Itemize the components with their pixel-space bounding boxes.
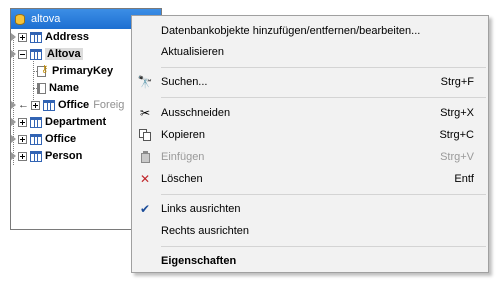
link-arrow-icon <box>11 101 16 109</box>
expand-icon[interactable] <box>18 32 27 42</box>
expand-icon[interactable] <box>31 100 40 110</box>
table-icon <box>30 31 42 43</box>
table-icon <box>30 133 42 145</box>
menu-item-label: Aktualisieren <box>161 46 224 58</box>
tree-item-name[interactable]: Name <box>37 80 79 96</box>
database-icon <box>15 13 26 26</box>
menu-item-shortcut: Strg+F <box>440 76 474 88</box>
collapse-icon[interactable] <box>18 49 27 59</box>
column-icon <box>37 82 46 94</box>
tree-item-altova[interactable]: Altova <box>11 46 83 62</box>
menu-item-edit-db-objects[interactable]: Datenbankobjekte hinzufügen/entfernen/be… <box>132 20 488 42</box>
menu-item-shortcut: Strg+X <box>440 107 474 119</box>
tree-item-label: Person <box>45 150 83 162</box>
menu-item-align-left[interactable]: ✔ Links ausrichten <box>132 198 488 220</box>
menu-item-label: Einfügen <box>161 151 205 163</box>
tree-item-office[interactable]: Office <box>11 131 76 147</box>
table-icon <box>30 116 42 128</box>
menu-separator <box>161 97 486 98</box>
tree-item-office-foreign[interactable]: ← Office Foreig <box>11 97 124 113</box>
menu-item-label: Datenbankobjekte hinzufügen/entfernen/be… <box>161 25 421 37</box>
tree-item-label: Name <box>49 82 79 94</box>
tree-item-label: Department <box>45 116 107 128</box>
clipboard-icon <box>132 146 158 168</box>
menu-separator <box>161 194 486 195</box>
menu-item-shortcut: Strg+V <box>440 151 474 163</box>
tree-item-label: Office <box>45 133 77 145</box>
tree-item-label: Altova <box>45 48 83 60</box>
menu-item-paste[interactable]: Einfügen Strg+V <box>132 146 488 168</box>
link-arrow-icon <box>11 118 16 126</box>
expand-icon[interactable] <box>18 117 27 127</box>
link-arrow-icon <box>11 135 16 143</box>
menu-item-cut[interactable]: ✂ Ausschneiden Strg+X <box>132 102 488 124</box>
tree-item-label: Address <box>45 31 90 43</box>
binoculars-icon: 🔭 <box>137 75 153 89</box>
menu-item-find[interactable]: 🔭 Suchen... Strg+F <box>132 71 488 93</box>
menu-item-label: Ausschneiden <box>161 107 231 119</box>
table-icon <box>43 99 55 111</box>
tree-item-label: PrimaryKey <box>52 65 114 77</box>
expand-icon[interactable] <box>18 151 27 161</box>
expand-icon[interactable] <box>18 134 27 144</box>
menu-item-label: Kopieren <box>161 129 206 141</box>
menu-item-delete[interactable]: ✕ Löschen Entf <box>132 168 488 190</box>
window-title: altova <box>31 13 61 25</box>
menu-item-label: Eigenschaften <box>161 255 237 267</box>
tree-item-person[interactable]: Person <box>11 148 82 164</box>
menu-item-properties[interactable]: Eigenschaften <box>132 250 488 272</box>
menu-item-label: Löschen <box>161 173 203 185</box>
link-arrow-icon <box>11 152 16 160</box>
menu-item-refresh[interactable]: Aktualisieren <box>132 41 488 63</box>
menu-item-label: Suchen... <box>161 76 208 88</box>
menu-separator <box>161 246 486 247</box>
relation-arrow-icon: ← <box>18 99 29 111</box>
menu-item-copy[interactable]: Kopieren Strg+C <box>132 124 488 146</box>
menu-item-align-right[interactable]: Rechts ausrichten <box>132 220 488 242</box>
tree-item-label: Office <box>58 99 90 111</box>
table-icon <box>30 150 42 162</box>
tree-item-note: Foreig <box>93 99 125 111</box>
menu-item-label: Rechts ausrichten <box>161 225 250 237</box>
context-menu: Datenbankobjekte hinzufügen/entfernen/be… <box>131 15 489 273</box>
tree-item-department[interactable]: Department <box>11 114 106 130</box>
checkmark-icon: ✔ <box>139 202 151 216</box>
link-arrow-icon <box>11 50 16 58</box>
table-icon <box>30 48 42 60</box>
link-arrow-icon <box>11 33 16 41</box>
menu-item-shortcut: Strg+C <box>439 129 474 141</box>
menu-separator <box>161 67 486 68</box>
menu-item-label: Links ausrichten <box>161 203 241 215</box>
tree-item-address[interactable]: Address <box>11 29 89 45</box>
copy-icon <box>132 124 158 146</box>
primary-key-icon: ⚷ <box>37 64 49 78</box>
scissors-icon: ✂ <box>139 106 151 120</box>
tree-item-primarykey[interactable]: ⚷ PrimaryKey <box>37 63 113 79</box>
menu-item-shortcut: Entf <box>454 173 474 185</box>
delete-x-icon: ✕ <box>139 172 151 186</box>
